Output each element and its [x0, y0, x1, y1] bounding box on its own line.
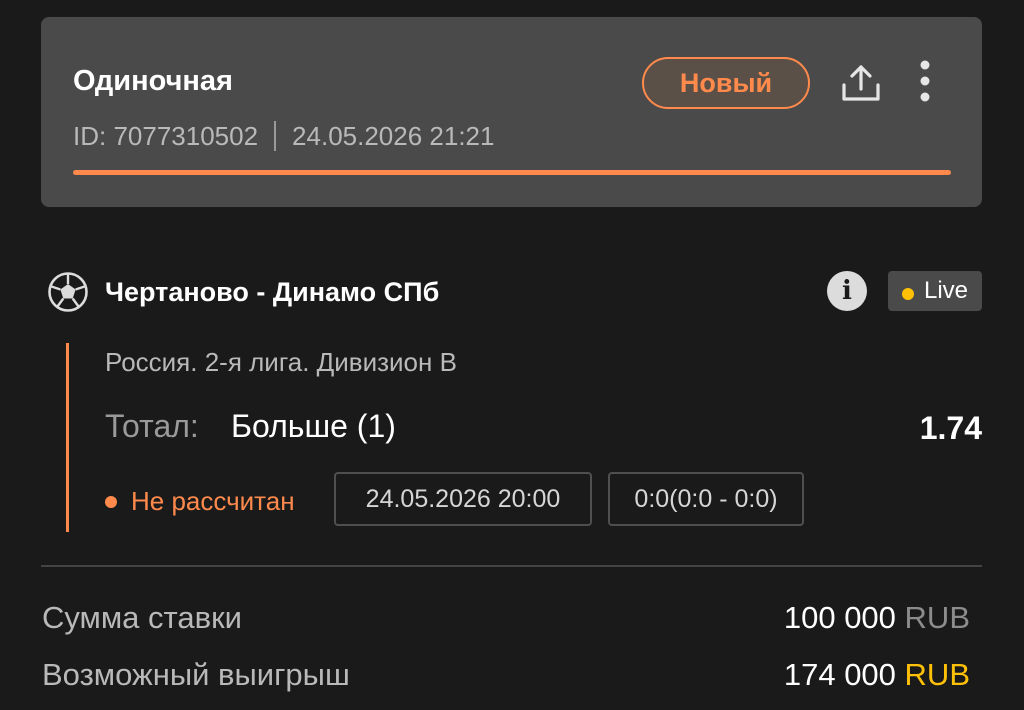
league-name: Россия. 2-я лига. Дивизион B [105, 347, 457, 377]
market-label: Тотал: [105, 408, 199, 444]
bet-type-title: Одиночная [73, 65, 233, 97]
settlement-status-label: Не рассчитан [131, 486, 295, 516]
stake-value: 100 000 RUB [784, 600, 970, 636]
bet-header-card: Одиночная ID: 7077310502 24.05.2026 21:21… [41, 17, 982, 207]
stake-currency: RUB [904, 600, 970, 635]
more-vertical-icon [920, 60, 930, 102]
possible-win-label: Возможный выигрыш [42, 657, 350, 692]
market-selection: Больше (1) [231, 408, 396, 444]
odds-value: 1.74 [919, 410, 982, 446]
share-button[interactable] [839, 61, 883, 105]
info-button[interactable]: i [827, 271, 867, 311]
bet-datetime: 24.05.2026 21:21 [292, 121, 495, 151]
stake-label: Сумма ставки [42, 600, 242, 635]
live-badge: Live [888, 271, 982, 311]
settlement-status: Не рассчитан [105, 486, 295, 517]
event-start-datetime: 24.05.2026 20:00 [334, 472, 592, 526]
share-icon [842, 65, 880, 101]
bet-progress-bar [73, 170, 951, 175]
status-dot [105, 495, 117, 508]
info-icon: i [842, 276, 852, 306]
soccer-ball-icon [48, 272, 88, 312]
bet-status-badge: Новый [642, 57, 810, 109]
stake-amount: 100 000 [783, 600, 896, 635]
divider [41, 565, 982, 567]
bet-id: ID: 7077310502 [73, 121, 259, 151]
meta-divider [274, 121, 277, 151]
win-currency: RUB [904, 657, 970, 692]
event-accent-bar [66, 343, 69, 532]
possible-win-value: 174 000 RUB [784, 657, 970, 693]
live-dot [901, 288, 914, 300]
event-score: 0:0(0:0 - 0:0) [608, 472, 804, 526]
bet-meta-row: ID: 7077310502 24.05.2026 21:21 [73, 121, 494, 152]
event-name[interactable]: Чертаново - Динамо СПб [105, 277, 439, 308]
more-options-button[interactable] [911, 59, 939, 107]
win-amount: 174 000 [783, 657, 896, 692]
event-header: Чертаново - Динамо СПб [47, 270, 439, 314]
live-label: Live [923, 277, 969, 304]
